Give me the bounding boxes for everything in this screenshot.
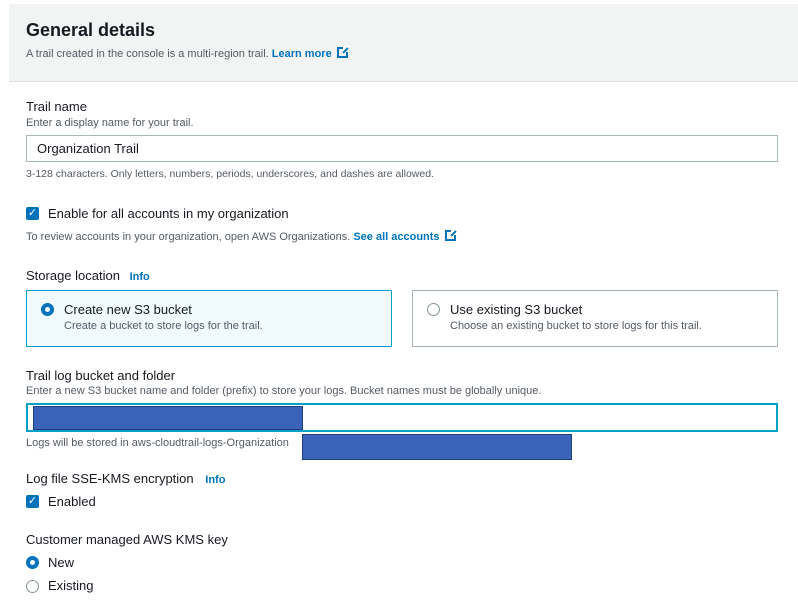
create-new-bucket-option[interactable]: Create new S3 bucket Create a bucket to … [26,290,392,347]
org-description: To review accounts in your organization,… [26,229,457,243]
sse-info-link[interactable]: Info [205,474,225,486]
storage-info-link[interactable]: Info [130,271,150,283]
org-description-text: To review accounts in your organization,… [26,231,351,243]
storage-label-text: Storage location [26,268,120,283]
option-title: Use existing S3 bucket [450,302,583,317]
trail-name-input[interactable]: Organization Trail [26,135,778,162]
kms-existing-radio[interactable] [26,580,39,593]
org-checkbox-label: Enable for all accounts in my organizati… [48,206,289,221]
kms-key-label: Customer managed AWS KMS key [26,532,228,547]
external-link-icon [444,229,457,241]
option-description: Choose an existing bucket to store logs … [450,320,702,332]
see-all-accounts-label: See all accounts [353,231,440,243]
page-title: General details [26,20,156,40]
external-link-icon [336,46,349,58]
sse-label-text: Log file SSE-KMS encryption [26,471,194,486]
general-details-header [9,4,798,82]
sse-enabled-label: Enabled [48,494,96,509]
bucket-label: Trail log bucket and folder [26,368,176,383]
learn-more-label: Learn more [271,48,332,60]
radio-selected-icon[interactable] [41,303,54,316]
radio-unselected-icon[interactable] [427,303,440,316]
header-description: A trail created in the console is a mult… [26,46,349,60]
kms-new-radio[interactable] [26,556,39,569]
option-description: Create a bucket to store logs for the tr… [64,320,263,332]
bucket-input[interactable] [26,403,778,432]
kms-existing-label: Existing [48,578,94,593]
redacted-bucket-name [33,406,303,430]
trail-name-description: Enter a display name for your trail. [26,117,194,129]
use-existing-bucket-option[interactable]: Use existing S3 bucket Choose an existin… [412,290,778,347]
kms-new-label: New [48,555,75,570]
redacted-bucket-path [302,434,572,460]
storage-location-label: Storage location Info [26,268,150,283]
bucket-description: Enter a new S3 bucket name and folder (p… [26,385,542,397]
trail-name-label: Trail name [26,99,87,114]
bucket-hint: Logs will be stored in aws-cloudtrail-lo… [26,437,289,449]
org-checkbox[interactable]: ✓ [26,207,39,220]
see-all-accounts-link[interactable]: See all accounts [353,229,457,243]
description-text: A trail created in the console is a mult… [26,48,269,60]
option-title: Create new S3 bucket [64,302,192,317]
sse-label: Log file SSE-KMS encryption Info [26,471,225,486]
learn-more-link[interactable]: Learn more [271,46,349,60]
trail-name-hint: 3-128 characters. Only letters, numbers,… [26,168,434,180]
sse-enabled-checkbox[interactable]: ✓ [26,495,39,508]
